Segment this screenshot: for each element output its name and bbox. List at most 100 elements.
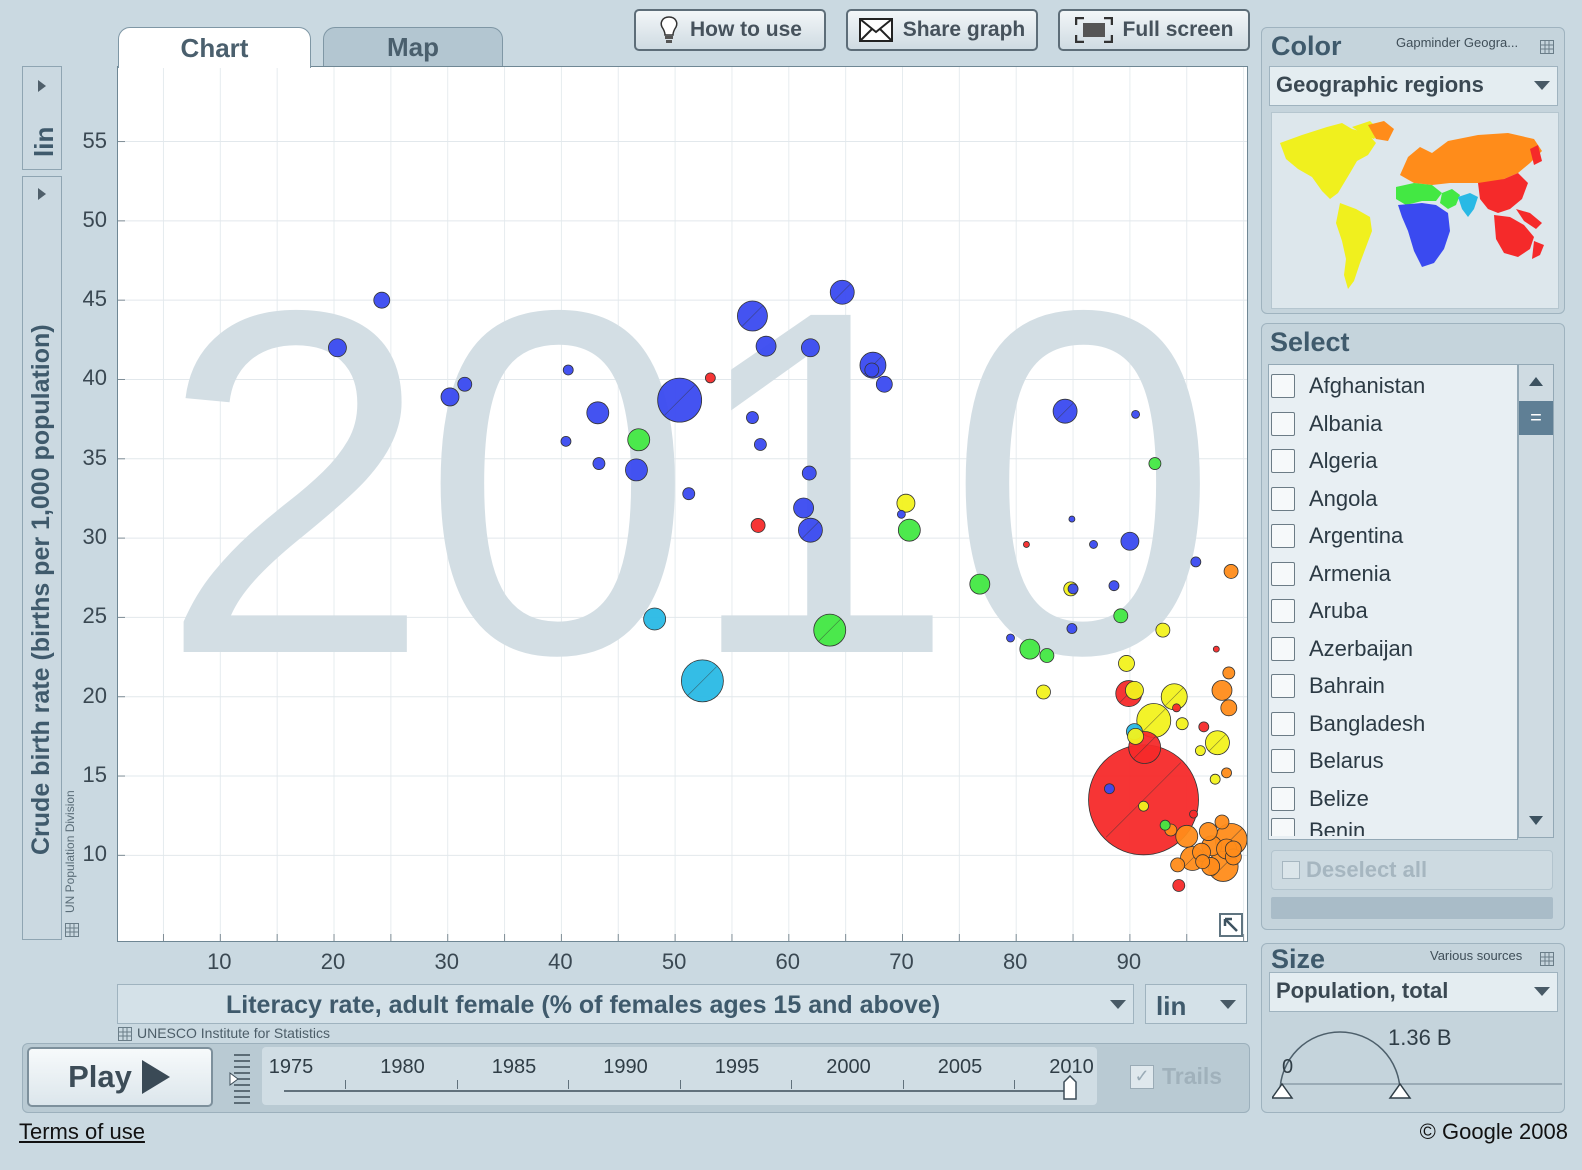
country-bubble[interactable]: [1127, 727, 1144, 745]
country-bubble[interactable]: [1221, 767, 1232, 779]
country-bubble[interactable]: [1190, 556, 1202, 568]
country-bubble[interactable]: [1175, 824, 1199, 848]
speed-slider-icon[interactable]: [228, 1051, 252, 1107]
country-checkbox[interactable]: [1271, 711, 1295, 736]
country-bubble[interactable]: [793, 497, 814, 519]
country-bubble[interactable]: [1089, 540, 1098, 549]
country-bubble[interactable]: [1189, 809, 1198, 819]
y-scale-selector[interactable]: lin: [22, 66, 62, 170]
country-checkbox[interactable]: [1271, 749, 1295, 773]
country-bubble[interactable]: [1175, 717, 1189, 731]
country-bubble[interactable]: [1148, 457, 1162, 470]
country-bubble[interactable]: [1220, 699, 1238, 717]
country-bubble[interactable]: [560, 435, 572, 447]
country-bubble[interactable]: [1120, 531, 1140, 551]
country-bubble[interactable]: [643, 607, 667, 631]
country-bubble[interactable]: [1223, 564, 1239, 579]
country-checkbox[interactable]: [1271, 818, 1295, 836]
tab-map[interactable]: Map: [323, 27, 503, 67]
country-bubble[interactable]: [969, 573, 991, 595]
country-bubble[interactable]: [875, 375, 893, 393]
country-bubble[interactable]: [1039, 648, 1055, 663]
how-to-use-button[interactable]: How to use: [634, 9, 826, 51]
country-bubble[interactable]: [373, 291, 391, 309]
country-bubble[interactable]: [896, 493, 916, 513]
country-bubble[interactable]: [1066, 623, 1078, 634]
country-bubble[interactable]: [896, 509, 906, 519]
country-bubble[interactable]: [1212, 645, 1220, 653]
list-scrollbar[interactable]: =: [1518, 364, 1554, 838]
country-checkbox[interactable]: [1271, 411, 1295, 436]
country-bubble[interactable]: [328, 338, 347, 358]
country-checkbox[interactable]: [1271, 636, 1295, 661]
y-axis-indicator-selector[interactable]: Crude birth rate (births per 1,000 popul…: [22, 176, 62, 940]
country-list-item[interactable]: Bangladesh: [1271, 706, 1425, 742]
country-bubble[interactable]: [1104, 783, 1115, 795]
country-bubble[interactable]: [753, 438, 767, 451]
country-bubble[interactable]: [627, 428, 651, 452]
share-graph-button[interactable]: Share graph: [846, 9, 1038, 51]
country-list-item[interactable]: Azerbaijan: [1271, 631, 1413, 667]
full-screen-button[interactable]: Full screen: [1058, 9, 1250, 51]
country-bubble[interactable]: [755, 335, 777, 357]
region-legend-map[interactable]: [1271, 112, 1559, 309]
country-bubble[interactable]: [1067, 583, 1079, 595]
play-button[interactable]: Play: [27, 1047, 213, 1107]
country-bubble[interactable]: [1159, 819, 1171, 831]
country-list-item[interactable]: Algeria: [1271, 443, 1377, 479]
country-bubble[interactable]: [440, 387, 460, 407]
scroll-thumb[interactable]: =: [1519, 401, 1553, 435]
country-bubble[interactable]: [1172, 703, 1181, 713]
trails-checkbox[interactable]: ✓ Trails: [1130, 1063, 1222, 1090]
country-bubble[interactable]: [864, 362, 880, 378]
tab-chart[interactable]: Chart: [118, 27, 311, 68]
country-bubble[interactable]: [1170, 857, 1186, 873]
country-bubble[interactable]: [1224, 840, 1242, 858]
country-bubble[interactable]: [1194, 745, 1206, 757]
country-bubble[interactable]: [682, 487, 696, 501]
country-list-item[interactable]: Benin: [1271, 818, 1365, 836]
country-bubble[interactable]: [1023, 541, 1030, 548]
grid-source-icon[interactable]: [65, 923, 79, 937]
grid-source-icon[interactable]: [118, 1027, 132, 1041]
country-list-item[interactable]: Angola: [1271, 481, 1378, 517]
country-bubble[interactable]: [746, 411, 759, 424]
country-list-item[interactable]: Albania: [1271, 406, 1382, 442]
chevron-up-icon[interactable]: [1528, 375, 1544, 387]
deselect-all-button[interactable]: Deselect all: [1271, 850, 1553, 890]
country-checkbox[interactable]: [1271, 486, 1295, 511]
x-axis-indicator-selector[interactable]: Literacy rate, adult female (% of female…: [117, 984, 1134, 1024]
timeline-handle[interactable]: [1062, 1075, 1078, 1101]
country-bubble[interactable]: [801, 465, 817, 481]
country-bubble[interactable]: [1019, 638, 1041, 660]
country-list-item[interactable]: Bahrain: [1271, 668, 1385, 704]
country-list-item[interactable]: Belize: [1271, 781, 1369, 817]
country-checkbox[interactable]: [1271, 786, 1295, 811]
size-selector[interactable]: Population, total: [1269, 972, 1558, 1012]
country-checkbox[interactable]: [1271, 374, 1295, 398]
country-bubble[interactable]: [1131, 409, 1140, 419]
country-bubble[interactable]: [1195, 854, 1211, 870]
country-bubble[interactable]: [1222, 666, 1236, 680]
country-checkbox[interactable]: [1271, 674, 1295, 698]
chevron-down-icon[interactable]: [1528, 815, 1544, 827]
country-list-item[interactable]: Belarus: [1271, 743, 1384, 779]
grid-source-icon[interactable]: [1540, 40, 1554, 54]
country-checkbox[interactable]: [1271, 561, 1295, 586]
country-bubble[interactable]: [457, 376, 473, 392]
country-bubble[interactable]: [750, 518, 766, 533]
color-selector[interactable]: Geographic regions: [1269, 66, 1558, 106]
country-bubble[interactable]: [1138, 800, 1149, 812]
country-checkbox[interactable]: [1271, 449, 1295, 473]
country-list-item[interactable]: Argentina: [1271, 518, 1403, 554]
country-bubble[interactable]: [1108, 580, 1120, 592]
country-bubble[interactable]: [1198, 721, 1210, 733]
x-scale-selector[interactable]: lin: [1145, 984, 1247, 1024]
country-bubble[interactable]: [1006, 633, 1015, 643]
country-list-item[interactable]: Afghanistan: [1271, 368, 1425, 404]
plot-area[interactable]: 2010: [117, 66, 1248, 942]
country-bubble[interactable]: [1209, 773, 1221, 785]
country-bubble[interactable]: [704, 372, 716, 384]
country-bubble[interactable]: [1172, 879, 1186, 892]
country-checkbox[interactable]: [1271, 599, 1295, 623]
